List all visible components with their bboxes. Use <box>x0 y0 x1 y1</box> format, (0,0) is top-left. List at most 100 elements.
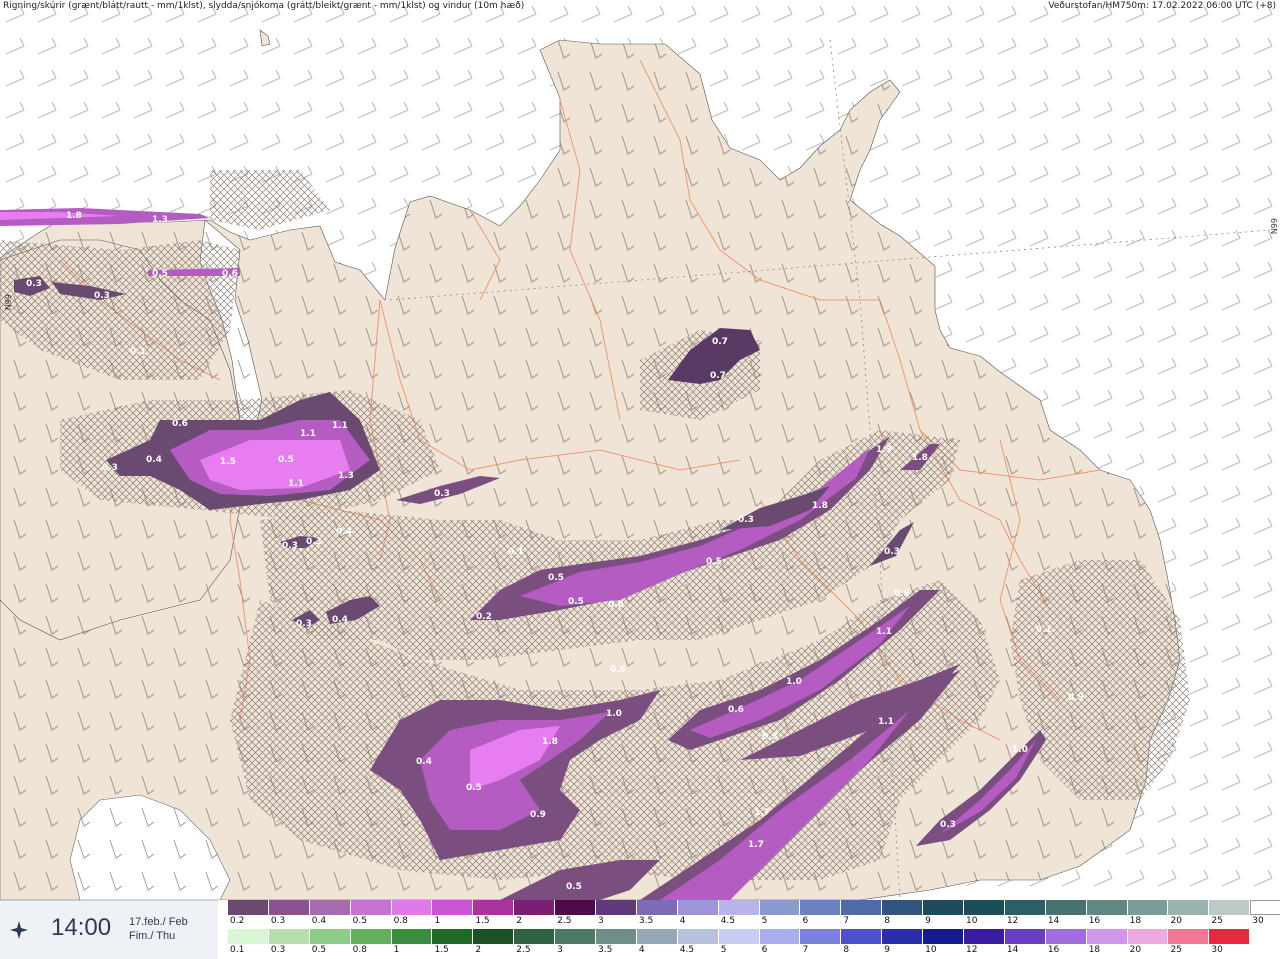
snow-legend-swatch <box>1045 900 1087 915</box>
precip-label: 1.1 <box>288 479 304 489</box>
rain-legend-label: 6 <box>761 945 768 955</box>
precip-label: 0.3 <box>102 463 118 473</box>
rain-legend-swatch <box>1209 929 1251 944</box>
precip-label: 1.1 <box>876 627 892 637</box>
snow-legend-swatch <box>677 900 719 915</box>
rain-legend-swatch <box>309 929 351 944</box>
snow-legend-label: 0.3 <box>270 916 286 926</box>
rain-legend-swatch <box>923 929 965 944</box>
rain-legend-label: 18 <box>1088 945 1101 955</box>
snow-legend-label: 12 <box>1006 916 1019 926</box>
precip-label: 1.7 <box>748 840 764 850</box>
snow-legend-swatch <box>309 900 351 915</box>
snow-legend-colors <box>228 900 1280 915</box>
snow-legend-swatch <box>1004 900 1046 915</box>
snow-legend-swatch <box>268 900 310 915</box>
precip-label: 0.3 <box>738 515 754 525</box>
color-legend: 0.2 0.3 0.4 0.5 0.8 1 1.5 2 2.5 3 3.5 4 4.5 5 6 7 8 9 10 12… <box>218 900 1280 958</box>
precip-label: 1.0 <box>786 677 802 687</box>
precip-label: 0.5 <box>278 455 294 465</box>
rain-legend-label: 14 <box>1006 945 1019 955</box>
snow-legend-label: 7 <box>843 916 850 926</box>
rain-legend-swatch <box>636 929 678 944</box>
rain-legend-swatch <box>268 929 310 944</box>
precip-label: 0.5 <box>152 269 168 279</box>
rain-legend-label: 2.5 <box>516 945 531 955</box>
snow-legend-label: 9 <box>925 916 931 926</box>
precip-label: 1.1 <box>332 421 348 431</box>
precip-label: 0.3 <box>762 732 778 742</box>
snow-legend-label: 4.5 <box>720 916 736 926</box>
rain-legend-labels: 0.1 0.3 0.5 0.8 1 1.5 2 2.5 3 3.5 4 4.5 5 6 7 8 9 10 12 14 1… <box>228 945 1250 957</box>
snow-legend-label: 0.5 <box>352 916 367 926</box>
snow-legend-label: 30 <box>1252 916 1264 926</box>
map-description: Rigning/skúrir (grænt/blátt/rautt - mm/1… <box>3 1 525 11</box>
snow-legend-swatch <box>514 900 556 915</box>
rain-legend-label: 0.1 <box>230 945 245 955</box>
snow-legend-label: 0.2 <box>230 916 245 926</box>
rain-legend-swatch <box>1045 929 1087 944</box>
rain-legend-label: 4 <box>638 945 645 955</box>
precip-label: 0.6 <box>894 589 910 599</box>
model-run-info: Veðurstofan/HM750m: 17.02.2022 06:00 UTC… <box>1048 1 1276 11</box>
snow-legend-swatch <box>432 900 474 915</box>
snow-legend-label: 25 <box>1211 916 1223 926</box>
rain-legend-label: 4.5 <box>679 945 695 955</box>
precip-label: 1.5 <box>220 457 236 467</box>
snow-legend-swatch <box>800 900 842 915</box>
precip-label: 0.3 <box>434 489 450 499</box>
precip-label: 0.1 <box>130 347 146 357</box>
snow-legend-swatch <box>391 900 433 915</box>
snow-legend-label: 0.8 <box>393 916 408 926</box>
rain-legend-label: 1.5 <box>434 945 449 955</box>
precip-label: 0.3 <box>94 291 110 301</box>
rain-legend-swatch <box>350 929 392 944</box>
snow-legend-swatch <box>923 900 965 915</box>
snow-legend-swatch <box>1168 900 1210 915</box>
precip-label: 1.3 <box>152 215 168 225</box>
precip-label: 1.0 <box>606 709 622 719</box>
snow-legend-label: 2.5 <box>557 916 572 926</box>
rain-legend-swatch <box>677 929 719 944</box>
rain-legend-label: 0.3 <box>270 945 286 955</box>
precip-label: 0.9 <box>1068 693 1084 703</box>
snow-legend-label: 4 <box>679 916 686 926</box>
precip-label: 1.3 <box>876 445 892 455</box>
rain-legend-swatch <box>964 929 1005 944</box>
snow-legend-swatch <box>1086 900 1128 915</box>
precip-label: 1.8 <box>812 501 828 511</box>
snow-legend-swatch <box>964 900 1005 915</box>
rain-legend-swatch <box>514 929 556 944</box>
rain-legend-swatch <box>596 929 637 944</box>
rain-legend-label: 20 <box>1129 945 1142 955</box>
rain-legend-swatch <box>800 929 842 944</box>
precip-label: 0.4 <box>416 757 432 767</box>
rain-legend-swatch <box>1127 929 1169 944</box>
rain-legend-swatch <box>882 929 924 944</box>
compass-icon[interactable] <box>8 919 30 941</box>
rain-legend-swatch <box>228 929 269 944</box>
rain-legend-label: 8 <box>843 945 850 955</box>
precip-label: 0.3 <box>306 537 322 547</box>
precip-label: 0.6 <box>610 665 626 675</box>
rain-legend-swatch <box>841 929 883 944</box>
rain-legend-label: 1 <box>393 945 400 955</box>
snow-legend-swatch <box>473 900 515 915</box>
forecast-day: Fim./ Thu <box>129 930 176 942</box>
rain-legend-colors <box>228 929 1251 944</box>
snow-legend-label: 3.5 <box>638 916 654 926</box>
precip-label: 1.8 <box>912 453 928 463</box>
precip-label: 1.1 <box>300 429 316 439</box>
rain-legend-swatch <box>473 929 515 944</box>
rain-legend-swatch <box>391 929 433 944</box>
rain-legend-label: 3 <box>557 945 563 955</box>
precip-label: 0.3 <box>884 547 900 557</box>
precip-label: 1.8 <box>66 211 82 221</box>
snow-legend-label: 1.5 <box>475 916 490 926</box>
precip-label: 0.4 <box>146 455 162 465</box>
precip-label: 0.3 <box>296 619 312 629</box>
precip-label: 0.3 <box>940 820 956 830</box>
snow-legend-swatch <box>882 900 924 915</box>
forecast-time: 14:00 <box>51 914 112 941</box>
snow-legend-label: 5 <box>761 916 768 926</box>
